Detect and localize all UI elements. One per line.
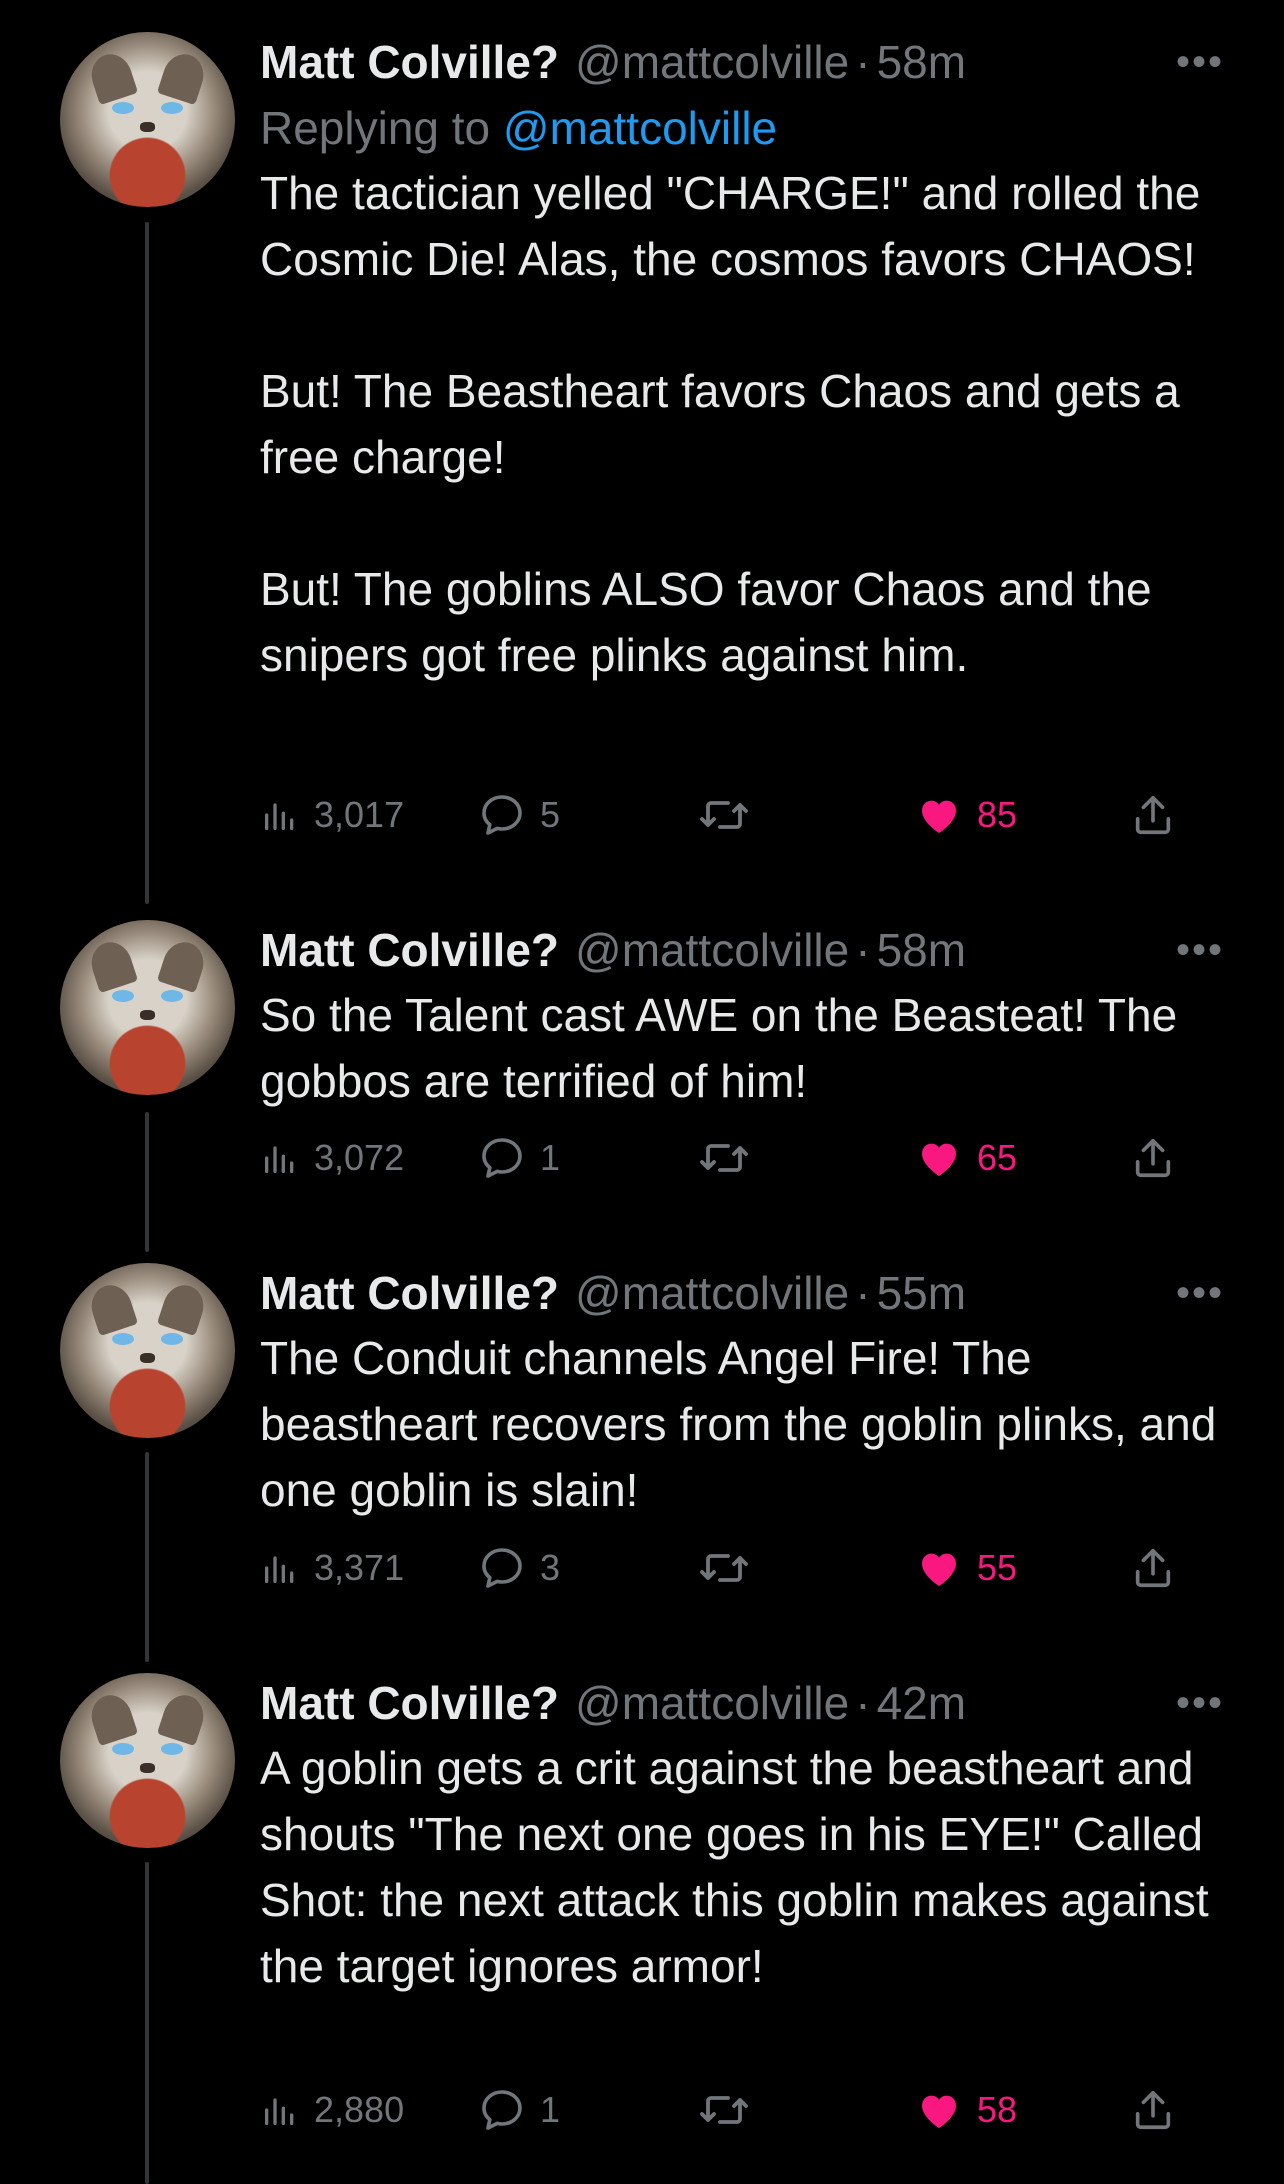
avatar[interactable] (60, 32, 235, 207)
retweet-button[interactable] (698, 1538, 750, 1598)
like-button[interactable]: 85 (915, 785, 1017, 845)
like-count: 65 (977, 1137, 1018, 1178)
tweet-text: The tactician yelled "CHARGE!" and rolle… (260, 167, 1201, 681)
views-icon (265, 2098, 294, 2125)
timestamp[interactable]: 55m (877, 1263, 966, 1323)
like-button[interactable]: 65 (915, 1128, 1017, 1188)
retweet-icon (700, 801, 748, 829)
like-button[interactable]: 58 (915, 2080, 1017, 2140)
views-icon (265, 1556, 294, 1583)
retweet-icon (700, 2096, 748, 2124)
heart-icon (922, 800, 956, 833)
share-button[interactable] (1130, 1128, 1176, 1188)
views-button[interactable]: 3,017 (260, 785, 404, 845)
avatar[interactable] (60, 1673, 235, 1848)
reply-icon (482, 1138, 522, 1178)
retweet-icon (700, 1554, 748, 1582)
author-name[interactable]: Matt Colville? (260, 1263, 559, 1323)
retweet-icon (700, 1144, 748, 1172)
author-handle[interactable]: @mattcolville (575, 32, 849, 92)
reply-icon (482, 1548, 522, 1588)
reply-button[interactable]: 1 (478, 1128, 560, 1188)
timestamp[interactable]: 58m (877, 920, 966, 980)
thread-line (145, 1112, 149, 1252)
retweet-button[interactable] (698, 785, 750, 845)
reply-mention[interactable]: @mattcolville (503, 102, 777, 154)
tweet-text: The Conduit channels Angel Fire! The bea… (260, 1332, 1230, 1516)
share-icon (1135, 1548, 1171, 1588)
views-count: 3,072 (314, 1137, 405, 1178)
heart-icon (922, 1553, 956, 1586)
views-button[interactable]: 3,072 (260, 1128, 404, 1188)
more-icon[interactable]: ••• (1176, 42, 1224, 82)
separator-dot: · (855, 1267, 871, 1319)
views-button[interactable]: 2,880 (260, 2080, 404, 2140)
views-button[interactable]: 3,371 (260, 1538, 404, 1598)
views-icon (265, 1146, 294, 1173)
author-handle[interactable]: @mattcolville (575, 1263, 849, 1323)
reply-prefix: Replying to (260, 102, 491, 154)
separator-dot: · (855, 36, 871, 88)
reply-button[interactable]: 1 (478, 2080, 560, 2140)
more-icon[interactable]: ••• (1176, 1273, 1224, 1313)
separator-dot: · (855, 924, 871, 976)
reply-count: 5 (540, 794, 561, 835)
reply-count: 3 (540, 1547, 561, 1588)
heart-icon (922, 2095, 956, 2128)
thread-line (145, 1862, 149, 2184)
more-icon[interactable]: ••• (1176, 1683, 1224, 1723)
tweet-text: A goblin gets a crit against the beasthe… (260, 1742, 1222, 1992)
heart-icon (922, 1143, 956, 1176)
more-icon[interactable]: ••• (1176, 930, 1224, 970)
author-handle[interactable]: @mattcolville (575, 1673, 849, 1733)
like-count: 55 (977, 1547, 1018, 1588)
reply-button[interactable]: 5 (478, 785, 560, 845)
reply-count: 1 (540, 1137, 561, 1178)
share-icon (1135, 795, 1171, 835)
share-button[interactable] (1130, 1538, 1176, 1598)
share-icon (1135, 2090, 1171, 2130)
author-name[interactable]: Matt Colville? (260, 1673, 559, 1733)
thread-line (145, 222, 149, 904)
author-name[interactable]: Matt Colville? (260, 32, 559, 92)
views-count: 3,017 (314, 794, 405, 835)
views-icon (265, 803, 294, 830)
reply-icon (482, 2090, 522, 2130)
views-count: 2,880 (314, 2089, 405, 2130)
share-icon (1135, 1138, 1171, 1178)
share-button[interactable] (1130, 785, 1176, 845)
timestamp[interactable]: 42m (877, 1673, 966, 1733)
views-count: 3,371 (314, 1547, 405, 1588)
separator-dot: · (855, 1677, 871, 1729)
thread-line (145, 1452, 149, 1662)
replying-to: Replying to @mattcolville (260, 98, 1224, 158)
author-handle[interactable]: @mattcolville (575, 920, 849, 980)
like-count: 85 (977, 794, 1018, 835)
reply-icon (482, 795, 522, 835)
like-button[interactable]: 55 (915, 1538, 1017, 1598)
author-name[interactable]: Matt Colville? (260, 920, 559, 980)
reply-count: 1 (540, 2089, 561, 2130)
retweet-button[interactable] (698, 1128, 750, 1188)
avatar[interactable] (60, 1263, 235, 1438)
like-count: 58 (977, 2089, 1018, 2130)
retweet-button[interactable] (698, 2080, 750, 2140)
avatar[interactable] (60, 920, 235, 1095)
timestamp[interactable]: 58m (877, 32, 966, 92)
tweet-text: So the Talent cast AWE on the Beasteat! … (260, 989, 1190, 1107)
share-button[interactable] (1130, 2080, 1176, 2140)
reply-button[interactable]: 3 (478, 1538, 560, 1598)
